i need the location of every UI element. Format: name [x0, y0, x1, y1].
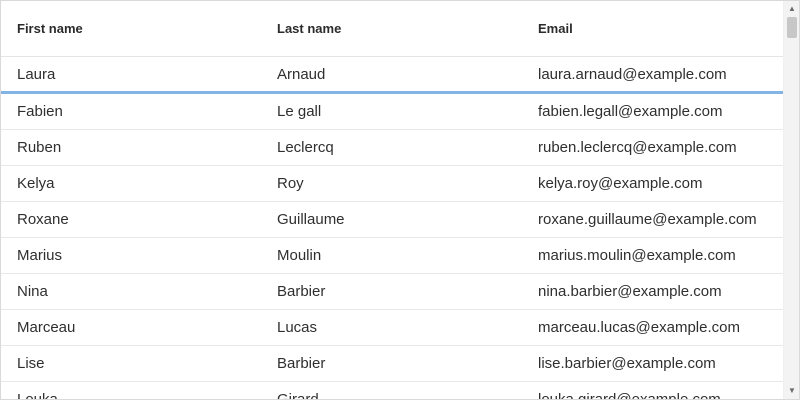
grid-header: First name Last name Email — [1, 1, 783, 57]
cell-first-name[interactable]: Ruben — [1, 139, 261, 156]
cell-last-name[interactable]: Girard — [261, 391, 522, 399]
cell-last-name[interactable]: Arnaud — [261, 66, 522, 83]
cell-email[interactable]: marius.moulin@example.com — [522, 247, 783, 264]
cell-first-name[interactable]: Marceau — [1, 319, 261, 336]
cell-first-name[interactable]: Laura — [1, 66, 261, 83]
arrow-down-icon[interactable]: ▼ — [784, 383, 799, 399]
cell-first-name[interactable]: Nina — [1, 283, 261, 300]
cell-last-name[interactable]: Leclercq — [261, 139, 522, 156]
cell-last-name[interactable]: Lucas — [261, 319, 522, 336]
cell-last-name[interactable]: Moulin — [261, 247, 522, 264]
cell-last-name[interactable]: Guillaume — [261, 211, 522, 228]
cell-last-name[interactable]: Roy — [261, 175, 522, 192]
cell-first-name[interactable]: Marius — [1, 247, 261, 264]
cell-email[interactable]: louka.girard@example.com — [522, 391, 783, 399]
cell-first-name[interactable]: Louka — [1, 391, 261, 399]
cell-email[interactable]: kelya.roy@example.com — [522, 175, 783, 192]
table-row[interactable]: Lise Barbier lise.barbier@example.com — [1, 346, 783, 382]
cell-email[interactable]: ruben.leclercq@example.com — [522, 139, 783, 156]
scrollbar-thumb[interactable] — [787, 17, 797, 38]
cell-last-name[interactable]: Barbier — [261, 283, 522, 300]
cell-email[interactable]: nina.barbier@example.com — [522, 283, 783, 300]
cell-first-name[interactable]: Lise — [1, 355, 261, 372]
table-row[interactable]: Nina Barbier nina.barbier@example.com — [1, 274, 783, 310]
arrow-up-icon[interactable]: ▲ — [784, 1, 799, 17]
column-header-last-name[interactable]: Last name — [261, 21, 522, 36]
table-row-drop-target[interactable]: Laura Arnaud laura.arnaud@example.com — [1, 58, 783, 94]
vertical-scrollbar[interactable]: ▲ ▼ — [783, 1, 799, 399]
cell-first-name[interactable]: Roxane — [1, 211, 261, 228]
table-row[interactable]: Louka Girard louka.girard@example.com — [1, 382, 783, 399]
table-row[interactable]: Kelya Roy kelya.roy@example.com — [1, 166, 783, 202]
cell-email[interactable]: laura.arnaud@example.com — [522, 66, 783, 83]
cell-email[interactable]: roxane.guillaume@example.com — [522, 211, 783, 228]
cell-first-name[interactable]: Fabien — [1, 103, 261, 120]
table-row[interactable]: Roxane Guillaume roxane.guillaume@exampl… — [1, 202, 783, 238]
column-header-email[interactable]: Email — [522, 21, 783, 36]
table-row[interactable]: Fabien Le gall fabien.legall@example.com — [1, 94, 783, 130]
cell-email[interactable]: marceau.lucas@example.com — [522, 319, 783, 336]
column-header-first-name[interactable]: First name — [1, 21, 261, 36]
table-row[interactable]: Marceau Lucas marceau.lucas@example.com — [1, 310, 783, 346]
table-row[interactable]: Marius Moulin marius.moulin@example.com — [1, 238, 783, 274]
table-row[interactable]: Ruben Leclercq ruben.leclercq@example.co… — [1, 130, 783, 166]
cell-first-name[interactable]: Kelya — [1, 175, 261, 192]
cell-last-name[interactable]: Le gall — [261, 103, 522, 120]
data-grid: First name Last name Email Laura Arnaud … — [0, 0, 800, 400]
cell-email[interactable]: lise.barbier@example.com — [522, 355, 783, 372]
cell-last-name[interactable]: Barbier — [261, 355, 522, 372]
grid-body: Laura Arnaud laura.arnaud@example.com Fa… — [1, 58, 783, 399]
cell-email[interactable]: fabien.legall@example.com — [522, 103, 783, 120]
